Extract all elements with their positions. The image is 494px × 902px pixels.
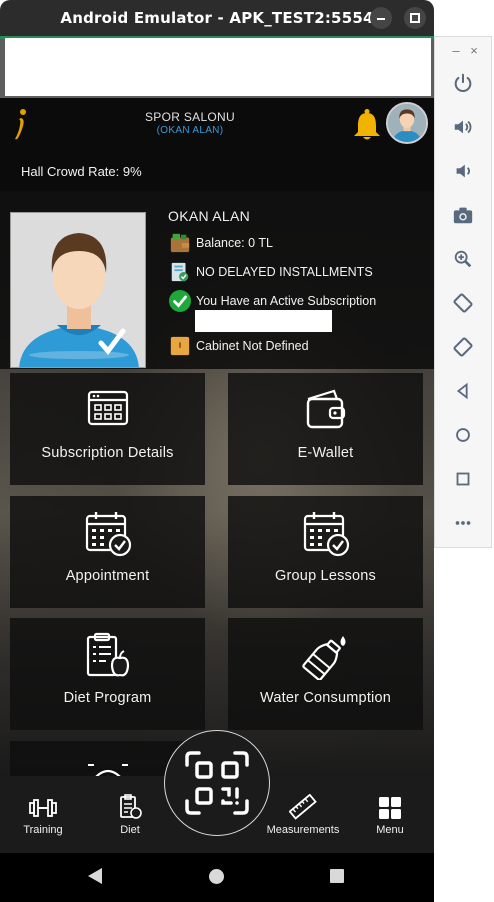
- minimize-button[interactable]: [370, 7, 392, 29]
- volume-down-icon[interactable]: [451, 159, 475, 183]
- water-consumption-label: Water Consumption: [260, 690, 391, 706]
- gym-name: SPOR SALONU: [145, 110, 235, 124]
- diet-program-tile[interactable]: Diet Program: [10, 618, 205, 730]
- installments-row: NO DELAYED INSTALLMENTS: [168, 260, 373, 284]
- maximize-button[interactable]: [404, 7, 426, 29]
- subscription-details-tile[interactable]: Subscription Details: [10, 373, 205, 485]
- water-bottle-icon: [301, 636, 345, 680]
- e-wallet-label: E-Wallet: [297, 445, 354, 461]
- qr-code-icon: [185, 751, 249, 815]
- blank-field: [195, 310, 332, 332]
- subscription-text: You Have an Active Subscription: [196, 294, 377, 308]
- dumbbell-icon: [29, 799, 57, 817]
- more-icon[interactable]: [451, 511, 475, 535]
- wallet-icon: [306, 389, 345, 429]
- back-icon[interactable]: [451, 379, 475, 403]
- avatar[interactable]: [386, 102, 428, 144]
- volume-up-icon[interactable]: [451, 115, 475, 139]
- overview-icon[interactable]: [451, 467, 475, 491]
- system-recents-button[interactable]: [330, 869, 344, 883]
- diet-clipboard-icon: [120, 794, 142, 819]
- group-lessons-tile[interactable]: Group Lessons: [228, 496, 423, 608]
- crowd-rate: Hall Crowd Rate: 9%: [0, 156, 434, 191]
- ad-area[interactable]: [5, 38, 431, 96]
- nav-measurements-label: Measurements: [266, 824, 340, 836]
- grid-icon: [379, 797, 401, 819]
- app-header: SPOR SALONU (OKAN ALAN): [0, 98, 434, 156]
- power-icon[interactable]: [451, 71, 475, 95]
- water-consumption-tile[interactable]: Water Consumption: [228, 618, 423, 730]
- ad-banner: [0, 36, 434, 98]
- nav-training[interactable]: Training: [18, 792, 68, 836]
- cabinet-row: Cabinet Not Defined: [168, 334, 309, 358]
- appointment-label: Appointment: [65, 568, 150, 584]
- installments-text: NO DELAYED INSTALLMENTS: [196, 265, 373, 279]
- system-back-button[interactable]: [88, 868, 102, 884]
- home-icon[interactable]: [451, 423, 475, 447]
- cabinet-text: Cabinet Not Defined: [196, 339, 309, 353]
- gym-owner: (OKAN ALAN): [156, 125, 224, 136]
- diet-clipboard-icon: [86, 632, 129, 677]
- calendar-check-icon: [303, 512, 349, 557]
- emulator-side-panel: – ×: [434, 36, 492, 548]
- camera-icon[interactable]: [451, 203, 475, 227]
- app-logo-icon: [15, 109, 26, 140]
- balance-row: Balance: 0 TL: [168, 231, 273, 255]
- subscription-details-label: Subscription Details: [41, 445, 174, 461]
- check-circle-icon: [168, 289, 192, 313]
- bell-icon[interactable]: [352, 108, 382, 142]
- diet-program-label: Diet Program: [63, 690, 152, 706]
- fingerprint-icon: [87, 764, 128, 776]
- nav-diet-label: Diet: [120, 824, 140, 836]
- nav-measurements[interactable]: Measurements: [264, 792, 342, 836]
- emulator-title-bar: Android Emulator - APK_TEST2:5554: [0, 0, 434, 36]
- nav-diet[interactable]: Diet: [108, 792, 152, 836]
- rotate-left-icon[interactable]: [451, 291, 475, 315]
- profile-card: OKAN ALAN Balance: 0 TL NO DELAYED INSTA…: [0, 191, 434, 369]
- document-icon: [168, 260, 192, 284]
- phone-screen: SPOR SALONU (OKAN ALAN) Hall Crowd Rate:…: [0, 36, 434, 902]
- zoom-icon[interactable]: [451, 247, 475, 271]
- group-lessons-label: Group Lessons: [275, 568, 376, 584]
- calendar-check-icon: [85, 512, 131, 557]
- calendar-icon: [87, 390, 128, 426]
- side-panel-minimize-button[interactable]: –: [447, 43, 465, 58]
- balance-text: Balance: 0 TL: [196, 236, 273, 250]
- qr-scan-button[interactable]: [164, 730, 270, 836]
- member-name: OKAN ALAN: [168, 208, 251, 224]
- nav-training-label: Training: [23, 824, 63, 836]
- window-title: Android Emulator - APK_TEST2:5554: [60, 9, 374, 27]
- rotate-right-icon[interactable]: [451, 335, 475, 359]
- system-navigation-bar: [0, 853, 434, 902]
- wallet-icon: [168, 231, 192, 255]
- side-panel-window-controls: – ×: [447, 43, 487, 59]
- ruler-icon: [289, 794, 317, 820]
- side-panel-close-button[interactable]: ×: [465, 43, 483, 58]
- appointment-tile[interactable]: Appointment: [10, 496, 205, 608]
- nav-menu[interactable]: Menu: [370, 792, 410, 836]
- cabinet-icon: [168, 334, 192, 358]
- system-home-button[interactable]: [209, 869, 224, 884]
- profile-photo[interactable]: [10, 212, 146, 368]
- e-wallet-tile[interactable]: E-Wallet: [228, 373, 423, 485]
- nav-menu-label: Menu: [376, 824, 404, 836]
